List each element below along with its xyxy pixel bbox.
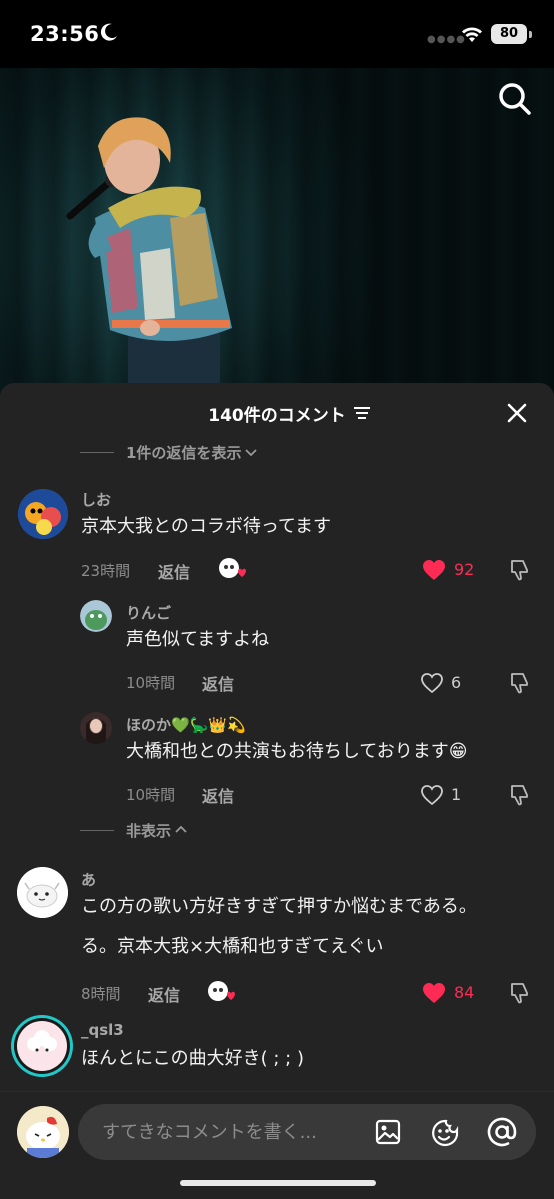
- hide-replies-label: 非表示: [126, 821, 172, 840]
- comment-text: ほんとにこの曲大好き( ; ; ): [81, 1048, 304, 1069]
- comment-time: 10時間: [126, 786, 176, 804]
- comment-time: 23時間: [81, 562, 131, 580]
- show-replies-label: 1件の返信を表示: [126, 443, 242, 462]
- comment-input-wrapper: [78, 1104, 536, 1160]
- performer-figure: [66, 117, 232, 398]
- like-count: 1: [451, 785, 462, 804]
- dislike-icon[interactable]: [508, 982, 530, 1004]
- status-time: 23:56: [30, 22, 100, 46]
- avatar[interactable]: [17, 867, 68, 918]
- heart-outline-icon[interactable]: [420, 784, 444, 806]
- avatar[interactable]: [18, 489, 68, 539]
- home-indicator: [180, 1180, 376, 1186]
- chevron-up-icon: [175, 825, 187, 833]
- mention-icon[interactable]: [486, 1116, 518, 1148]
- comments-sheet: 140件のコメント 1件の返信を表示 しお 京本大我とのコラボ待ってます 23時…: [0, 383, 554, 1199]
- comment-text: 大橋和也との共演もお待ちしております😁: [126, 741, 468, 762]
- comment-time: 8時間: [81, 985, 121, 1003]
- avatar[interactable]: [80, 712, 112, 744]
- heart-outline-icon[interactable]: [420, 672, 444, 694]
- heart-filled-icon[interactable]: [422, 982, 446, 1004]
- avatar[interactable]: [80, 600, 112, 632]
- reply-button[interactable]: 返信: [158, 559, 190, 583]
- status-bar: 23:56 ●●●● 80: [0, 0, 554, 68]
- chevron-down-icon: [245, 449, 258, 457]
- heart-filled-icon[interactable]: [422, 559, 446, 581]
- divider: [80, 829, 114, 831]
- dislike-icon[interactable]: [508, 784, 530, 806]
- comment-time: 10時間: [126, 674, 176, 692]
- wifi-icon: [462, 27, 482, 42]
- comment-text-line: る。京本大我×大橋和也すぎてえぐい: [81, 936, 384, 957]
- show-replies-toggle[interactable]: 1件の返信を表示: [80, 441, 258, 463]
- sort-icon[interactable]: [354, 406, 370, 420]
- comment-input[interactable]: [102, 1104, 362, 1160]
- comment-input-bar: [0, 1091, 554, 1199]
- my-avatar[interactable]: [17, 1106, 69, 1158]
- search-icon[interactable]: [498, 82, 532, 116]
- moon-icon: [100, 23, 117, 41]
- comment-text: 声色似てますよね: [126, 629, 270, 650]
- dislike-icon[interactable]: [508, 559, 530, 581]
- creator-liked-icon: [219, 558, 246, 578]
- dislike-icon[interactable]: [508, 672, 530, 694]
- comment-text: この方の歌い方好きすぎて押すか悩むまである。 る。京本大我×大橋和也すぎてえぐい: [81, 887, 526, 967]
- comment-text: 京本大我とのコラボ待ってます: [81, 516, 332, 537]
- comments-count-label: 140件のコメント: [208, 406, 346, 426]
- like-count: 84: [454, 983, 475, 1002]
- like-count: 6: [451, 673, 462, 692]
- like-count: 92: [454, 560, 475, 579]
- battery-icon: 80: [491, 24, 532, 44]
- video-player[interactable]: [0, 68, 554, 398]
- avatar[interactable]: [11, 1015, 73, 1077]
- reply-button[interactable]: 返信: [202, 671, 234, 695]
- reply-button[interactable]: 返信: [202, 783, 234, 807]
- emoji-icon[interactable]: [430, 1118, 460, 1148]
- creator-liked-icon: [208, 981, 235, 1001]
- reply-button[interactable]: 返信: [148, 982, 180, 1006]
- divider: [80, 451, 114, 453]
- comments-title: 140件のコメント: [0, 401, 554, 426]
- hide-replies-toggle[interactable]: 非表示: [80, 819, 187, 841]
- comment-text-line: この方の歌い方好きすぎて押すか悩むまである。: [81, 896, 477, 917]
- close-icon[interactable]: [506, 402, 528, 424]
- image-icon[interactable]: [375, 1119, 401, 1145]
